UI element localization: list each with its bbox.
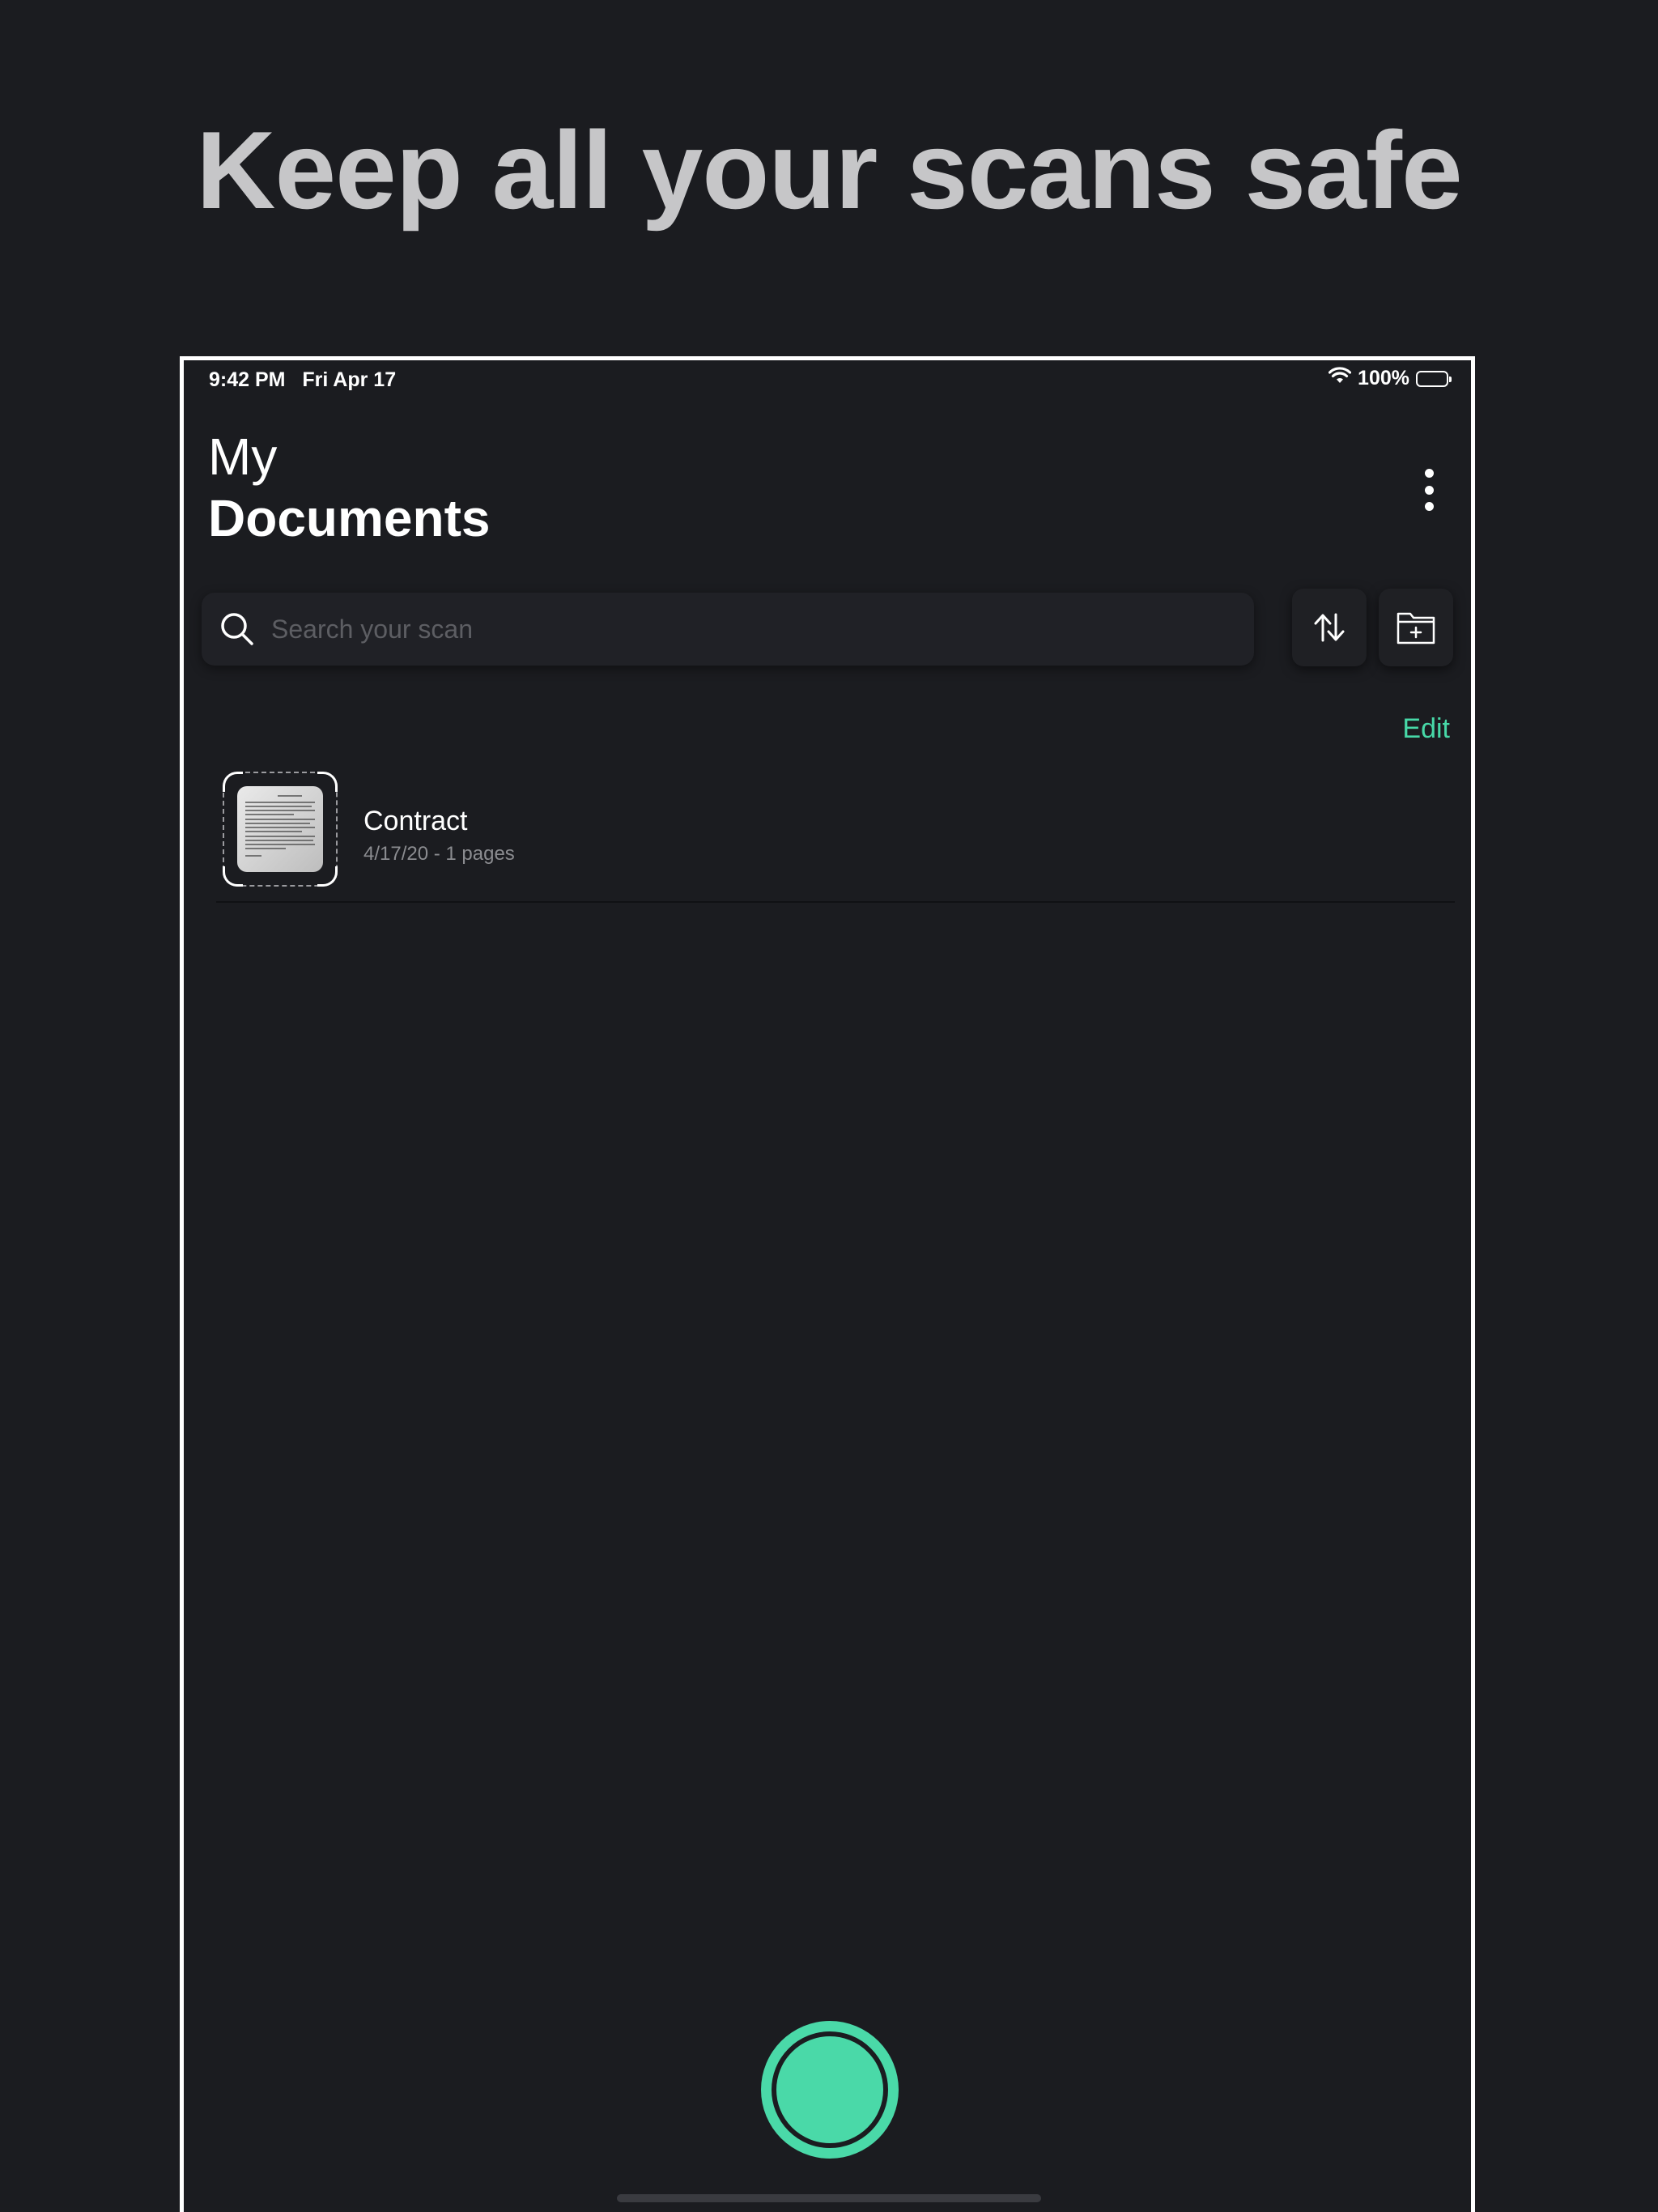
edit-button[interactable]: Edit — [1402, 713, 1450, 745]
status-datetime: 9:42 PM Fri Apr 17 — [209, 368, 396, 392]
home-indicator — [617, 2194, 1041, 2202]
sort-button[interactable] — [1292, 589, 1367, 666]
status-indicators: 100% — [1328, 367, 1452, 390]
app-store-screenshot: Keep all your scans safe 9:42 PM Fri Apr… — [0, 0, 1658, 2212]
more-vertical-icon — [1424, 469, 1434, 478]
more-options-button[interactable] — [1419, 469, 1439, 511]
document-page-preview — [237, 786, 323, 872]
battery-icon — [1416, 370, 1452, 387]
document-thumbnail — [223, 772, 338, 887]
promo-headline: Keep all your scans safe — [196, 108, 1462, 232]
camera-shutter-icon — [772, 2031, 888, 2148]
search-bar[interactable] — [202, 593, 1254, 666]
search-icon — [221, 613, 253, 645]
document-title: Contract — [363, 806, 468, 836]
scan-button[interactable] — [761, 2021, 899, 2159]
status-bar: 9:42 PM Fri Apr 17 100% — [184, 360, 1471, 401]
page-title-light: My — [208, 428, 278, 486]
search-input[interactable] — [270, 613, 1163, 645]
folder-plus-icon — [1397, 612, 1435, 644]
status-time: 9:42 PM — [209, 368, 286, 391]
wifi-icon — [1328, 367, 1352, 390]
battery-percentage: 100% — [1358, 367, 1409, 389]
status-date: Fri Apr 17 — [302, 368, 397, 391]
new-folder-button[interactable] — [1379, 589, 1453, 666]
document-list-item[interactable]: Contract 4/17/20 - 1 pages — [216, 772, 1455, 903]
document-meta: 4/17/20 - 1 pages — [363, 843, 515, 865]
page-title: Documents — [208, 489, 491, 547]
sort-arrows-icon — [1314, 613, 1345, 642]
device-frame: 9:42 PM Fri Apr 17 100% My Documents Sea… — [180, 356, 1475, 2212]
